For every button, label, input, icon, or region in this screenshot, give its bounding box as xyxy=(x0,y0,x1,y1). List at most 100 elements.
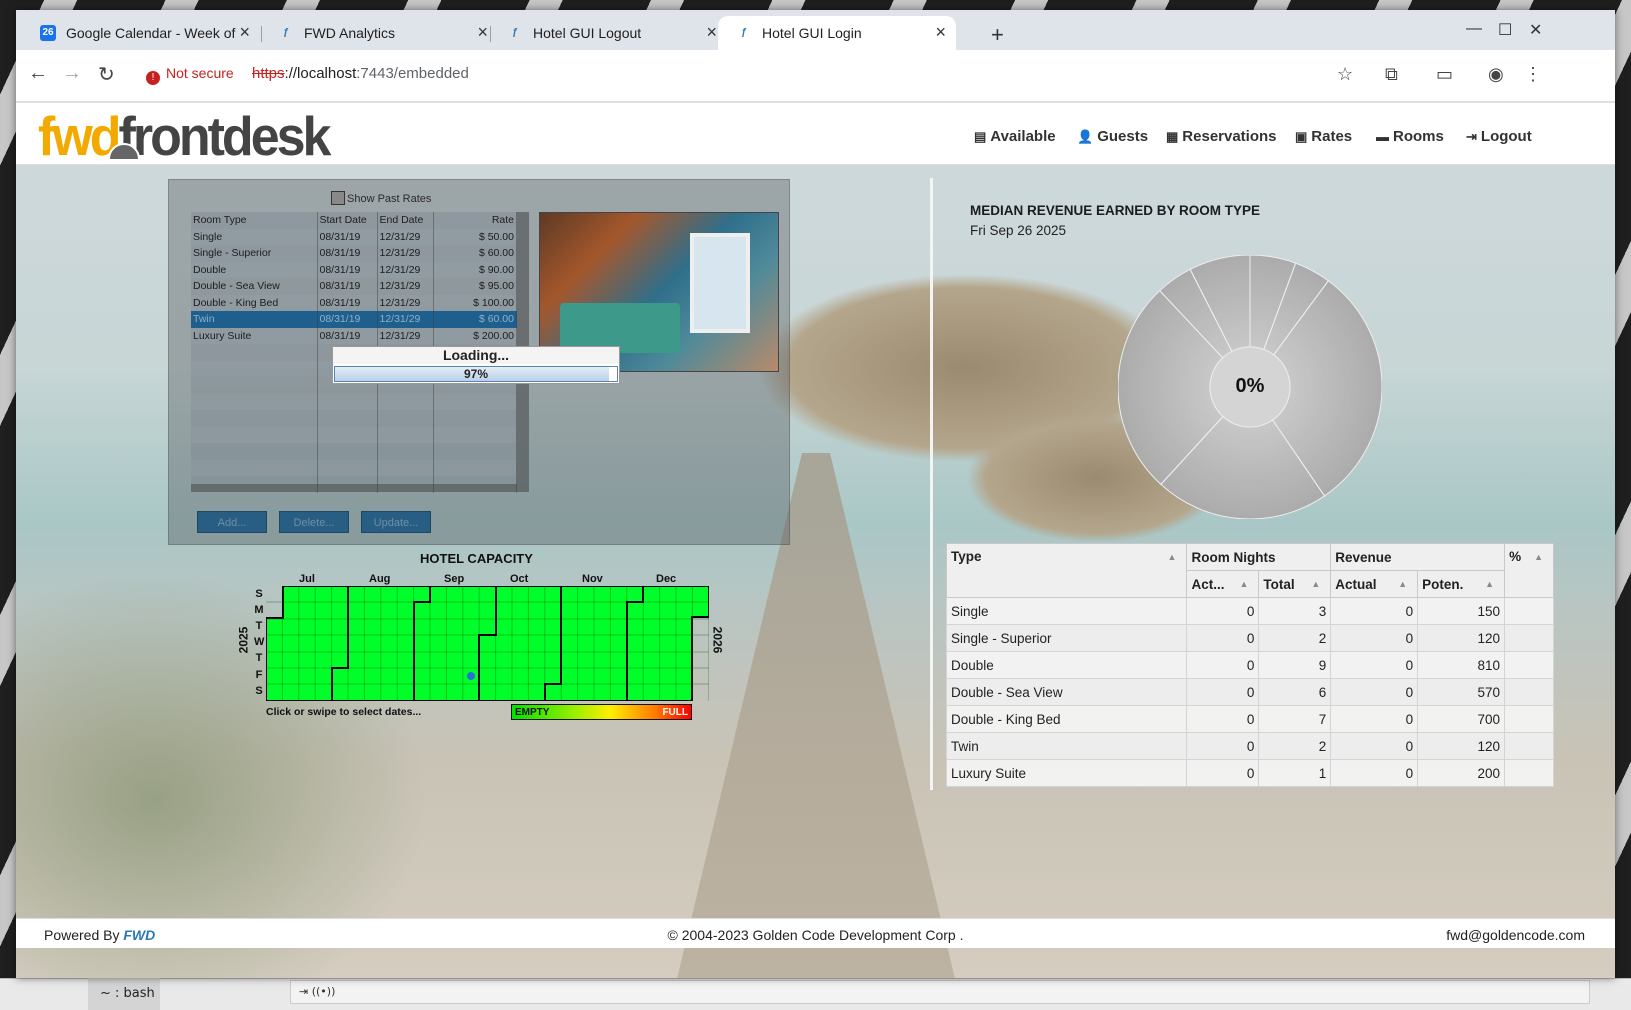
year-start-label: 2025 xyxy=(236,626,251,654)
add-rate-button[interactable]: Add... xyxy=(197,511,267,533)
tab-title: Google Calendar - Week of xyxy=(66,25,236,41)
table-row-selected[interactable]: Twin 08/31/19 12/31/29 $ 60.00 xyxy=(191,311,517,328)
table-row[interactable]: Double - King Bed 0 7 0 700 xyxy=(945,705,1554,733)
address-bar[interactable]: https://localhost:7443/embedded xyxy=(252,65,469,82)
capacity-calendar-grid[interactable] xyxy=(266,586,709,701)
show-past-rates-checkbox[interactable]: Show Past Rates xyxy=(331,191,431,205)
table-row[interactable]: Twin 0 2 0 120 xyxy=(945,732,1554,760)
column-header-actual[interactable]: Actual ▲ xyxy=(1330,570,1419,598)
column-header-start-date[interactable]: Start Date xyxy=(317,212,378,229)
delete-rate-button[interactable]: Delete... xyxy=(279,511,349,533)
room-photo-window xyxy=(690,233,750,333)
cast-icon[interactable]: ▭ xyxy=(1436,64,1453,85)
security-indicator[interactable]: ! Not secure xyxy=(146,65,234,85)
reload-icon[interactable]: ↻ xyxy=(98,62,115,87)
table-row[interactable]: Double - Sea View 08/31/19 12/31/29 $ 95.00 xyxy=(191,278,517,295)
sort-arrow-icon[interactable]: ▲ xyxy=(1311,579,1320,589)
nav-logout[interactable]: ⇥ Logout xyxy=(1466,128,1532,145)
close-tab-icon[interactable]: × xyxy=(239,22,250,43)
tab-title: FWD Analytics xyxy=(304,25,396,41)
table-row[interactable]: Single - Superior 0 2 0 120 xyxy=(945,624,1554,652)
loading-progress-bar: 97% xyxy=(334,366,618,382)
column-header-rate[interactable]: Rate xyxy=(433,212,517,229)
column-header-percent[interactable]: % ▲ xyxy=(1504,543,1554,598)
tab-hotel-logout[interactable]: ƒ Hotel GUI Logout × xyxy=(489,16,727,50)
extensions-icon[interactable]: ⧉ xyxy=(1385,64,1398,85)
tab-title: Hotel GUI Login xyxy=(762,25,862,41)
sort-arrow-icon[interactable]: ▲ xyxy=(1239,579,1248,589)
maximize-icon[interactable]: ☐ xyxy=(1498,20,1512,40)
table-row[interactable]: Double 08/31/19 12/31/29 $ 90.00 xyxy=(191,261,517,278)
revenue-chart-date: Fri Sep 26 2025 xyxy=(970,223,1067,238)
tab-fwd-analytics[interactable]: ƒ FWD Analytics × xyxy=(260,16,498,50)
table-row[interactable]: Single - Superior 08/31/19 12/31/29 $ 60.00 xyxy=(191,245,517,262)
close-tab-icon[interactable]: × xyxy=(706,22,717,43)
hotel-capacity-title: HOTEL CAPACITY xyxy=(420,551,533,566)
contact-email[interactable]: fwd@goldencode.com xyxy=(1446,927,1585,943)
terminal-tab[interactable]: ~ : bash xyxy=(88,978,160,1010)
nav-guests[interactable]: 👤 Guests xyxy=(1077,128,1148,145)
table-row[interactable]: Single 08/31/19 12/31/29 $ 50.00 xyxy=(191,228,517,245)
kebab-menu-icon[interactable]: ⋮ xyxy=(1524,64,1542,85)
column-header-end-date[interactable]: End Date xyxy=(377,212,434,229)
table-row[interactable]: Double 0 9 0 810 xyxy=(945,651,1554,679)
table-header-row: Type ▲ Room Nights Revenue % ▲ xyxy=(945,543,1554,598)
nav-rates[interactable]: ▣ Rates xyxy=(1295,128,1352,145)
loading-dialog: Loading... 97% xyxy=(332,346,620,384)
table-row[interactable]: Single 0 3 0 150 xyxy=(945,597,1554,625)
minimize-icon[interactable]: — xyxy=(1466,20,1482,38)
column-header-type[interactable]: Type ▲ xyxy=(945,543,1188,598)
month-label: Sep xyxy=(444,573,465,585)
sort-arrow-icon[interactable]: ▲ xyxy=(1398,579,1407,589)
column-header-total[interactable]: Total ▲ xyxy=(1258,570,1332,598)
sort-arrow-icon[interactable]: ▲ xyxy=(1534,552,1543,562)
nav-available[interactable]: ▤ Available xyxy=(974,128,1056,145)
legend-empty-label: EMPTY xyxy=(515,707,550,718)
browser-toolbar: ← → ↻ ! Not secure https://localhost:7443… xyxy=(16,50,1615,102)
sort-arrow-icon[interactable]: ▲ xyxy=(1485,579,1494,589)
fwd-icon: ƒ xyxy=(741,27,747,38)
close-tab-icon[interactable]: × xyxy=(935,22,946,43)
nav-reservations[interactable]: ▦ Reservations xyxy=(1166,128,1277,145)
tab-hotel-login[interactable]: ƒ Hotel GUI Login × xyxy=(718,16,956,50)
page-viewport: fwdfrontdesk ▤ Available 👤 Guests ▦ Reserva… xyxy=(16,103,1615,978)
tab-title: Hotel GUI Logout xyxy=(533,25,642,41)
empty-row xyxy=(191,459,517,476)
loading-label: Loading... xyxy=(333,347,619,364)
horizontal-scrollbar[interactable] xyxy=(191,484,529,492)
month-label: Aug xyxy=(369,573,391,585)
user-icon: 👤 xyxy=(1077,129,1094,144)
update-rate-button[interactable]: Update... xyxy=(361,511,431,533)
weekday-label: S xyxy=(255,685,263,697)
bookmark-star-icon[interactable]: ☆ xyxy=(1337,64,1353,85)
tab-google-calendar[interactable]: 26 Google Calendar - Week of × xyxy=(22,16,260,50)
table-row[interactable]: Double - Sea View 0 6 0 570 xyxy=(945,678,1554,706)
column-header-potential[interactable]: Poten. ▲ xyxy=(1417,570,1506,598)
nav-rooms[interactable]: ▬ Rooms xyxy=(1376,128,1444,145)
empty-row xyxy=(191,393,517,410)
close-tab-icon[interactable]: × xyxy=(477,22,488,43)
table-row[interactable]: Luxury Suite 0 1 0 200 xyxy=(945,759,1554,787)
close-window-icon[interactable]: ✕ xyxy=(1529,20,1542,40)
sort-arrow-icon[interactable]: ▲ xyxy=(1168,552,1177,562)
weekday-label: S xyxy=(255,588,263,600)
table-row[interactable]: Luxury Suite 08/31/19 12/31/29 $ 200.00 xyxy=(191,327,517,344)
table-row[interactable]: Double - King Bed 08/31/19 12/31/29 $ 100.0… xyxy=(191,294,517,311)
weekday-label: T xyxy=(255,652,263,664)
column-header-room-type[interactable]: Room Type xyxy=(191,212,318,229)
new-tab-icon[interactable]: + xyxy=(991,22,1004,48)
weekday-label: T xyxy=(255,620,263,632)
back-icon[interactable]: ← xyxy=(28,62,48,85)
fwd-frontdesk-logo[interactable]: fwdfrontdesk xyxy=(38,106,331,169)
column-header-actual-nights[interactable]: Act... ▲ xyxy=(1186,570,1260,598)
profile-icon[interactable]: ◉ xyxy=(1488,64,1504,85)
empty-row xyxy=(191,443,517,460)
checkbox-box[interactable] xyxy=(331,191,345,205)
month-label: Dec xyxy=(656,573,677,585)
url-scheme: https xyxy=(252,65,285,82)
empty-row xyxy=(191,410,517,427)
app-footer: Powered By FWD © 2004-2023 Golden Code D… xyxy=(16,918,1615,948)
forward-icon[interactable]: → xyxy=(62,62,82,85)
today-marker xyxy=(467,672,475,680)
security-label: Not secure xyxy=(166,65,234,81)
